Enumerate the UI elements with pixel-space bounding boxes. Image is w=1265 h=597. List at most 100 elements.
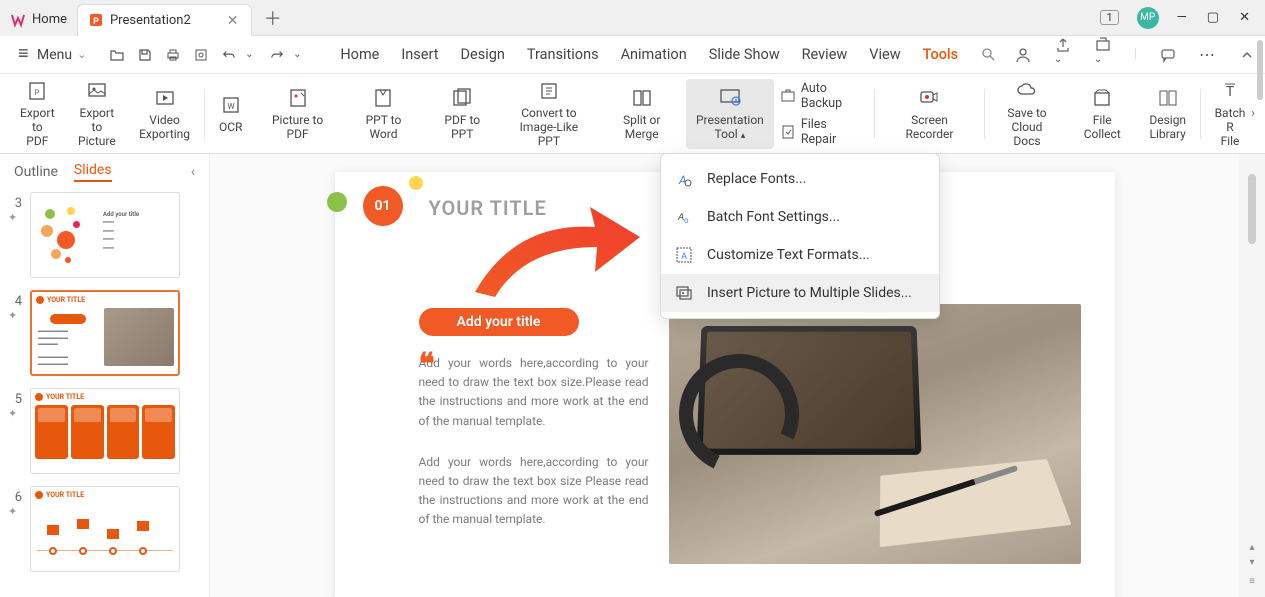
scroll-up-icon[interactable]: ▴ bbox=[1249, 542, 1254, 553]
undo-icon[interactable] bbox=[220, 46, 238, 64]
presentation-tool-dropdown: A Replace Fonts... Ao Batch Font Setting… bbox=[660, 153, 940, 319]
slide-thumbnail-5[interactable]: YOUR TITLE bbox=[30, 388, 180, 474]
account-icon[interactable] bbox=[1014, 46, 1032, 64]
tab-slideshow[interactable]: Slide Show bbox=[709, 46, 780, 63]
slide-thumbnail-3[interactable]: Add your title━━━━━━━━━━━━ bbox=[30, 192, 180, 278]
slides-tab[interactable]: Slides bbox=[74, 162, 112, 182]
ocr-button[interactable]: W OCR bbox=[209, 79, 252, 149]
slide-panel: Outline Slides ‹ 3 ✦ bbox=[0, 154, 210, 597]
more-icon[interactable]: ⋯ bbox=[1199, 45, 1217, 64]
maximize-button[interactable]: ▢ bbox=[1207, 10, 1219, 25]
slide-nav-icon[interactable]: ≡ bbox=[1249, 576, 1255, 587]
slide-number: 4 bbox=[8, 290, 22, 309]
window-count-badge[interactable]: 1 bbox=[1100, 10, 1118, 25]
print-icon[interactable] bbox=[164, 46, 182, 64]
animation-star-icon: ✦ bbox=[8, 505, 22, 518]
app-menu-button[interactable]: Menu ⌄ bbox=[10, 43, 94, 67]
insert-picture-icon bbox=[675, 284, 695, 302]
pdf-to-ppt-button[interactable]: PDF to PPT bbox=[424, 79, 500, 149]
thumbnail-scrollbar[interactable] bbox=[1257, 40, 1263, 100]
separator bbox=[1200, 89, 1201, 139]
split-merge-button[interactable]: Split or Merge bbox=[597, 79, 686, 149]
ocr-icon: W bbox=[220, 94, 242, 116]
tab-animation[interactable]: Animation bbox=[621, 46, 687, 63]
redo-icon[interactable] bbox=[268, 46, 286, 64]
close-window-button[interactable]: ✕ bbox=[1239, 10, 1250, 25]
cloud-label: Save to Cloud Docs bbox=[999, 106, 1055, 148]
presentation-tool-button[interactable]: Presentation Tool ▴ bbox=[686, 79, 774, 149]
thumb-meta: 6 ✦ bbox=[8, 486, 22, 518]
thumb-row-3: 3 ✦ Add your title━━━━━━━━━━━━ bbox=[8, 192, 201, 278]
tab-review[interactable]: Review bbox=[802, 46, 848, 63]
decoration-circle bbox=[327, 192, 347, 212]
scroll-down-icon[interactable]: ▾ bbox=[1249, 557, 1254, 568]
close-tab-icon[interactable]: ✕ bbox=[227, 13, 241, 27]
thumb-meta: 4 ✦ bbox=[8, 290, 22, 322]
pdf-icon: P bbox=[26, 80, 48, 102]
design-library-button[interactable]: Design Library bbox=[1139, 79, 1196, 149]
files-repair-button[interactable]: Files Repair bbox=[780, 117, 864, 147]
insert-picture-multiple-item[interactable]: Insert Picture to Multiple Slides... bbox=[661, 274, 939, 312]
auto-backup-button[interactable]: Auto Backup bbox=[780, 81, 864, 111]
right-rail: ▴ ▾ ≡ bbox=[1239, 154, 1265, 597]
convert-image-button[interactable]: Convert to Image-Like PPT bbox=[500, 79, 597, 149]
new-tab-button[interactable]: ＋ bbox=[258, 5, 288, 31]
customize-text-item[interactable]: A Customize Text Formats... bbox=[661, 236, 939, 274]
screen-recorder-button[interactable]: Screen Recorder bbox=[879, 79, 980, 149]
thumb-meta: 5 ✦ bbox=[8, 388, 22, 420]
export-icon[interactable]: ⌄ bbox=[1094, 36, 1112, 73]
auto-backup-label: Auto Backup bbox=[801, 81, 864, 111]
cloud-icon bbox=[1016, 80, 1038, 102]
svg-text:P: P bbox=[93, 17, 99, 27]
comment-icon[interactable] bbox=[1159, 46, 1177, 64]
svg-text:A: A bbox=[681, 252, 687, 262]
ribbon-overflow-button[interactable]: › bbox=[1245, 106, 1261, 122]
animation-star-icon: ✦ bbox=[8, 407, 22, 420]
picture-icon bbox=[86, 80, 108, 102]
replace-fonts-item[interactable]: A Replace Fonts... bbox=[661, 160, 939, 198]
ppt-word-label: PPT to Word bbox=[353, 113, 414, 141]
outline-tab[interactable]: Outline bbox=[14, 164, 58, 180]
export-pdf-button[interactable]: P Export to PDF bbox=[10, 79, 65, 149]
text-column[interactable]: ❝ Add your words here,according to your … bbox=[369, 354, 649, 564]
save-icon[interactable] bbox=[136, 46, 154, 64]
export-picture-button[interactable]: Export to Picture bbox=[65, 79, 129, 149]
rename-label: Batch R File bbox=[1215, 106, 1246, 148]
tab-view[interactable]: View bbox=[869, 46, 900, 63]
subtitle-pill[interactable]: Add your title bbox=[419, 308, 579, 336]
file-collect-button[interactable]: File Collect bbox=[1065, 79, 1139, 149]
undo-dropdown-icon[interactable]: ⌄ bbox=[240, 46, 258, 64]
vertical-scrollbar[interactable] bbox=[1248, 174, 1256, 244]
tab-design[interactable]: Design bbox=[461, 46, 505, 63]
minimize-button[interactable]: — bbox=[1177, 10, 1187, 25]
collapse-panel-icon[interactable]: ‹ bbox=[191, 164, 195, 180]
share-icon[interactable]: ⌄ bbox=[1054, 36, 1072, 73]
thumb-3-title: Add your title bbox=[103, 211, 139, 218]
redo-dropdown-icon[interactable]: ⌄ bbox=[288, 46, 306, 64]
document-tab-label: Presentation2 bbox=[110, 13, 191, 28]
picture-to-pdf-button[interactable]: Picture to PDF bbox=[252, 79, 342, 149]
batch-font-item[interactable]: Ao Batch Font Settings... bbox=[661, 198, 939, 236]
paragraph-2: Add your words here,according to your ne… bbox=[419, 453, 649, 530]
slide-thumbnail-6[interactable]: YOUR TITLE bbox=[30, 486, 180, 572]
slide-thumbnail-4[interactable]: YOUR TITLE ▬▬▬▬▬▬▬▬▬▬▬▬▬▬▬▬▬▬▬▬▬▬▬▬▬▬▬▬ bbox=[30, 290, 180, 376]
document-tab[interactable]: P Presentation2 ✕ bbox=[77, 4, 252, 36]
panel-tabs: Outline Slides ‹ bbox=[0, 154, 209, 186]
tab-tools[interactable]: Tools bbox=[923, 46, 958, 63]
search-icon[interactable] bbox=[980, 46, 996, 63]
ribbon: P Export to PDF Export to Picture Video … bbox=[0, 74, 1265, 154]
video-export-button[interactable]: Video Exporting bbox=[129, 79, 200, 149]
tab-home[interactable]: Home bbox=[340, 46, 379, 63]
ppt-to-word-button[interactable]: PPT to Word bbox=[343, 79, 424, 149]
print-preview-icon[interactable] bbox=[192, 46, 210, 64]
ribbon-tabs: Home Insert Design Transitions Animation… bbox=[340, 46, 996, 63]
user-avatar[interactable]: MP bbox=[1137, 7, 1159, 29]
tab-transitions[interactable]: Transitions bbox=[527, 46, 599, 63]
collapse-ribbon-icon[interactable] bbox=[1239, 47, 1255, 63]
home-tab[interactable]: Home bbox=[0, 4, 77, 36]
save-cloud-button[interactable]: Save to Cloud Docs bbox=[989, 79, 1065, 149]
hero-image[interactable] bbox=[669, 304, 1081, 564]
open-icon[interactable] bbox=[108, 46, 126, 64]
tab-insert[interactable]: Insert bbox=[401, 46, 438, 63]
menu-label: Menu bbox=[37, 47, 72, 63]
